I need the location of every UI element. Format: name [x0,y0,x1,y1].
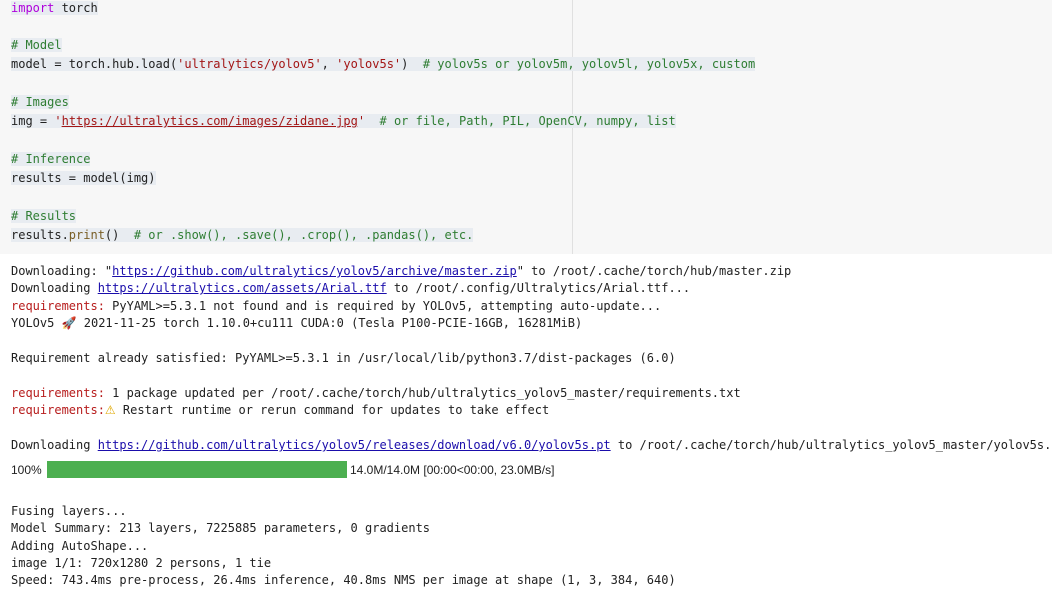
output-text: Downloading: " [11,264,113,278]
output-line-model-summary: Model Summary: 213 layers, 7225885 param… [11,521,431,535]
output-text: 2021-11-25 torch 1.10.0+cu111 CUDA:0 (Te… [76,316,583,330]
code-line-model: model = torch.hub.load('ultralytics/yolo… [11,56,756,73]
progress-bar-fill [47,461,347,478]
output-line-yolo-version: YOLOv5 🚀 2021-11-25 torch 1.10.0+cu111 C… [11,315,1052,332]
code-comment: # Results [11,209,77,223]
output-line-download-weights: Downloading https://github.com/ultralyti… [11,437,1052,454]
code-text: model = torch.hub.load( [11,57,178,71]
code-text: img = [11,114,55,128]
code-comment: # Inference [11,152,91,166]
progress-status: 14.0M/14.0M [00:00<00:00, 23.0MB/s] [350,462,555,477]
code-comment: # or .show(), .save(), .crop(), .pandas(… [133,228,474,242]
repo-archive-link[interactable]: https://github.com/ultralytics/yolov5/ar… [112,264,517,278]
code-comment: # Model [11,38,62,52]
code-text: () [104,228,134,242]
output-line-speed: Speed: 743.4ms pre-process, 26.4ms infer… [11,573,676,587]
output-line-autoshape: Adding AutoShape... [11,539,149,553]
code-cell[interactable]: import torch # Model model = torch.hub.l… [0,0,1052,254]
code-line-import: import torch [11,0,98,17]
output-line-download-font: Downloading https://ultralytics.com/asse… [11,280,1052,297]
output-line-requirement-satisfied: Requirement already satisfied: PyYAML>=5… [11,351,676,365]
code-line-print: results.print() # or .show(), .save(), .… [11,227,474,244]
progress-percent: 100% [11,462,42,477]
requirements-label: requirements: [11,403,105,417]
output-line-image-result: image 1/1: 720x1280 2 persons, 1 tie [11,556,272,570]
output-line-fusing: Fusing layers... [11,504,127,518]
output-line-requirements-1: requirements: PyYAML>=5.3.1 not found an… [11,298,1052,315]
output-text: PyYAML>=5.3.1 not found and is required … [104,299,662,313]
output-text: to /root/.config/Ultralytics/Arial.ttf..… [386,281,691,295]
code-comment: # or file, Path, PIL, OpenCV, numpy, lis… [379,114,676,128]
progress-bar [47,461,347,478]
code-line-comment-inference: # Inference [11,151,91,168]
font-link[interactable]: https://ultralytics.com/assets/Arial.ttf [98,281,387,295]
output-line-requirements-3: requirements:⚠ Restart runtime or rerun … [11,402,1052,419]
code-comment: # yolov5s or yolov5m, yolov5l, yolov5x, … [422,57,756,71]
warning-icon: ⚠ [104,403,116,417]
output-line-requirements-2: requirements: 1 package updated per /roo… [11,385,1052,402]
rocket-icon: 🚀 [61,316,77,330]
code-text: , [321,57,337,71]
output-text: Downloading [11,438,98,452]
code-string: 'ultralytics/yolov5' [177,57,322,71]
code-text: results = model(img) [11,171,156,185]
output-line-download-repo: Downloading: "https://github.com/ultraly… [11,263,1052,280]
code-line-results: results = model(img) [11,170,156,187]
output-text: to /root/.cache/torch/hub/ultralytics_yo… [610,438,1052,452]
code-line-comment-results: # Results [11,208,77,225]
code-text: results. [11,228,69,242]
output-text: 1 package updated per /root/.cache/torch… [104,386,741,400]
requirements-label: requirements: [11,299,105,313]
code-line-comment-images: # Images [11,94,69,111]
requirements-label: requirements: [11,386,105,400]
code-string-quote: ' [54,114,62,128]
code-function: print [68,228,105,242]
code-text: ) [401,57,423,71]
image-url-string[interactable]: https://ultralytics.com/images/zidane.jp… [62,114,358,128]
output-text: Restart runtime or rerun command for upd… [115,403,550,417]
output-text: " to /root/.cache/torch/hub/master.zip [516,264,792,278]
code-line-img: img = 'https://ultralytics.com/images/zi… [11,113,676,130]
keyword-import: import [11,1,55,15]
weights-link[interactable]: https://github.com/ultralytics/yolov5/re… [98,438,611,452]
output-text: YOLOv5 [11,316,62,330]
download-progress: 100% 14.0M/14.0M [00:00<00:00, 23.0MB/s] [11,461,554,478]
output-text: Downloading [11,281,98,295]
code-line-comment-model: # Model [11,37,62,54]
code-string: 'yolov5s' [336,57,402,71]
code-comment: # Images [11,95,69,109]
code-string-quote: ' [357,114,366,128]
code-text: torch [54,1,98,15]
